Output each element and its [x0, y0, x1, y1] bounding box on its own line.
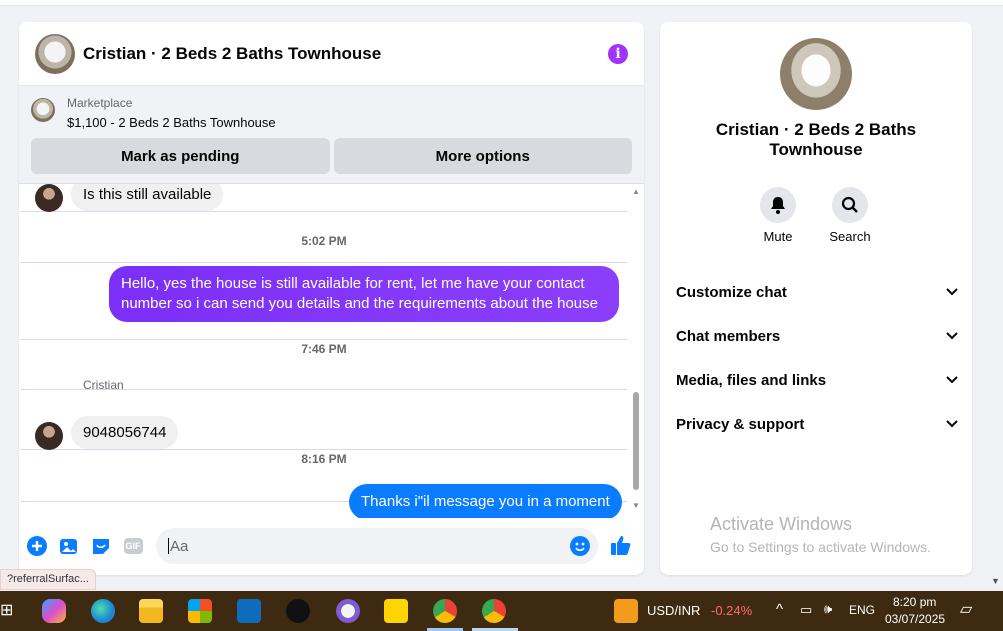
outlook-icon[interactable] — [237, 599, 261, 623]
menu-customize-chat[interactable]: Customize chat — [676, 270, 958, 314]
menu-label: Customize chat — [676, 283, 787, 301]
search-icon[interactable] — [832, 187, 868, 223]
status-bar-url: ?referralSurfac... — [0, 569, 96, 590]
ticker-change[interactable]: -0.24% — [711, 603, 752, 618]
scroll-up-arrow[interactable]: ▲ — [632, 188, 640, 196]
scroll-down-arrow[interactable]: ▼ — [632, 502, 640, 510]
search-label: Search — [829, 229, 871, 244]
activate-subtitle: Go to Settings to activate Windows. — [710, 539, 931, 555]
contact-avatar[interactable] — [35, 422, 63, 450]
menu-privacy-support[interactable]: Privacy & support — [676, 402, 958, 446]
incoming-message[interactable]: 9048056744 — [71, 416, 179, 449]
text-caret — [168, 538, 169, 554]
menu-label: Chat members — [676, 327, 781, 345]
ticker-symbol[interactable]: USD/INR — [647, 603, 700, 618]
paint-icon[interactable] — [336, 599, 360, 623]
activate-title: Activate Windows — [710, 514, 853, 534]
chat-header: Cristian · 2 Beds 2 Baths Townhouse i — [19, 22, 644, 86]
message-input[interactable]: Aa — [156, 528, 598, 564]
chevron-down-icon — [946, 332, 958, 340]
listing-thumbnail[interactable] — [31, 98, 55, 122]
notification-icon[interactable]: ▱ — [960, 599, 972, 619]
chevron-down-icon — [946, 376, 958, 384]
chat-title[interactable]: Cristian · 2 Beds 2 Baths Townhouse — [83, 44, 381, 64]
scroll-thumb[interactable] — [633, 392, 639, 490]
stocks-icon[interactable] — [614, 599, 638, 623]
edge-icon[interactable] — [91, 599, 115, 623]
info-icon[interactable]: i — [608, 43, 628, 64]
sticker-icon[interactable] — [91, 536, 111, 556]
chat-avatar[interactable] — [35, 33, 75, 74]
outgoing-message[interactable]: Hello, yes the house is still available … — [109, 266, 619, 322]
profile-name[interactable]: Cristian · 2 Beds 2 Baths Townhouse — [676, 120, 956, 160]
tiktok-icon[interactable] — [286, 599, 310, 623]
message-line: Hello, yes the house is still available … — [121, 275, 585, 292]
taskbar: ⊞ USD/INR -0.24% ^ ▭ 🕪 ENG 8:20 pm 03/07… — [0, 591, 1003, 631]
menu-label: Privacy & support — [676, 415, 805, 433]
timestamp: 5:02 PM — [301, 234, 347, 248]
battery-icon[interactable]: ▭ — [800, 602, 812, 618]
widgets-icon[interactable]: ⊞ — [0, 599, 14, 623]
marketplace-label: Marketplace — [67, 96, 133, 110]
bell-icon[interactable] — [760, 187, 796, 223]
listing-title[interactable]: $1,100 - 2 Beds 2 Baths Townhouse — [67, 115, 276, 130]
browser-top-edge — [0, 0, 1003, 6]
page-scroll-down-arrow[interactable]: ▼ — [991, 576, 1000, 586]
chat-panel: Cristian · 2 Beds 2 Baths Townhouse i Ma… — [19, 22, 644, 575]
activate-windows-watermark: Activate Windows Go to Settings to activ… — [710, 514, 931, 555]
profile-avatar[interactable] — [780, 38, 852, 110]
emoji-icon[interactable] — [570, 536, 590, 556]
menu-label: Media, files and links — [676, 371, 827, 389]
chevron-down-icon — [946, 288, 958, 296]
clock-date[interactable]: 03/07/2025 — [885, 612, 945, 626]
chrome-icon[interactable] — [433, 599, 457, 623]
message-list: Is this still available 5:02 PM Hello, y… — [19, 184, 644, 518]
mute-action[interactable]: Mute — [748, 187, 808, 244]
conversation-info-panel: Cristian · 2 Beds 2 Baths Townhouse Mute… — [660, 22, 972, 575]
clock-time[interactable]: 8:20 pm — [893, 595, 936, 609]
chevron-up-icon[interactable]: ^ — [776, 601, 783, 618]
menu-chat-members[interactable]: Chat members — [676, 314, 958, 358]
more-options-button[interactable]: More options — [333, 138, 632, 174]
marketplace-banner: Marketplace $1,100 - 2 Beds 2 Baths Town… — [19, 86, 644, 184]
message-row: 9048056744 — [21, 394, 627, 450]
volume-icon[interactable]: 🕪 — [824, 601, 832, 617]
photo-icon[interactable] — [59, 536, 79, 556]
gif-icon[interactable]: GIF — [123, 536, 143, 556]
composer: GIF Aa — [19, 522, 644, 570]
contact-avatar[interactable] — [35, 184, 63, 212]
language-indicator[interactable]: ENG — [849, 603, 875, 617]
gif-label: GIF — [123, 538, 143, 554]
message-row: Is this still available — [21, 184, 627, 212]
copilot-icon[interactable] — [42, 599, 66, 623]
message-line: number so i can send you details and the… — [121, 295, 598, 312]
mark-as-pending-button[interactable]: Mark as pending — [31, 138, 330, 174]
store-icon[interactable] — [188, 599, 212, 623]
chrome-profile-icon[interactable] — [482, 599, 506, 623]
incoming-message[interactable]: Is this still available — [71, 184, 224, 211]
message-scrollbar[interactable]: ▲ ▼ — [632, 184, 640, 518]
message-row: Hello, yes the house is still available … — [21, 266, 627, 340]
sticky-notes-icon[interactable] — [384, 599, 408, 623]
file-explorer-icon[interactable] — [139, 599, 163, 623]
plus-icon[interactable] — [27, 536, 47, 556]
outgoing-message[interactable]: Thanks i"il message you in a moment — [349, 484, 622, 518]
search-action[interactable]: Search — [820, 187, 880, 244]
sender-name: Cristian — [83, 378, 124, 392]
mute-label: Mute — [763, 229, 793, 244]
chevron-down-icon — [946, 420, 958, 428]
menu-media-files-links[interactable]: Media, files and links — [676, 358, 958, 402]
info-menu: Customize chat Chat members Media, files… — [676, 270, 958, 446]
thumbs-up-icon[interactable] — [610, 534, 632, 556]
message-input-placeholder: Aa — [170, 537, 189, 555]
